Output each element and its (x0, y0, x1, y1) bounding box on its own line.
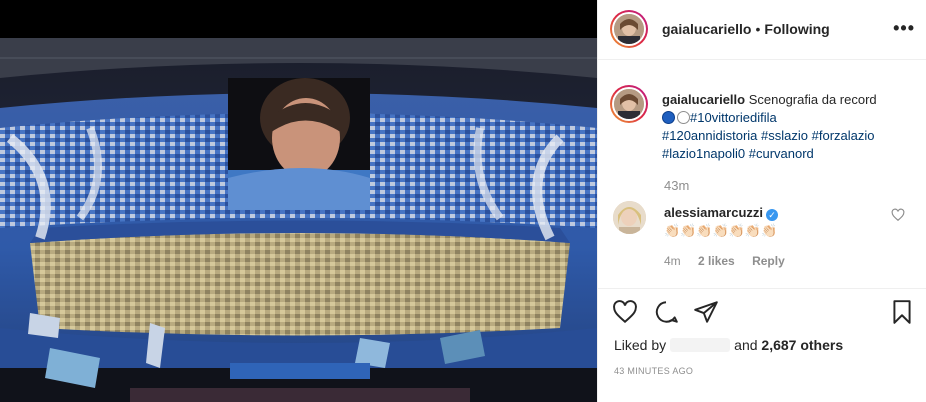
blue-circle-icon (662, 111, 675, 124)
heart-icon[interactable] (612, 299, 638, 325)
hashtag-link[interactable]: #sslazio (761, 128, 808, 143)
caption-username[interactable]: gaialucariello (662, 92, 745, 107)
hashtag-link[interactable]: #lazio1napoli0 (662, 146, 745, 161)
bookmark-icon[interactable] (889, 299, 915, 325)
caption-text: gaialucariello Scenografia da record #10… (662, 91, 912, 163)
share-icon[interactable] (693, 299, 719, 325)
likes-count[interactable]: 2,687 others (761, 337, 843, 353)
author-username[interactable]: gaialucariello (662, 21, 751, 37)
more-options-icon[interactable]: ••• (893, 18, 915, 39)
author-line: gaialucariello • Following (662, 21, 830, 37)
verified-badge-icon: ✓ (766, 209, 779, 221)
caption-avatar[interactable] (610, 85, 648, 123)
reply-button[interactable]: Reply (752, 254, 785, 268)
caption-body: Scenografia da record (748, 92, 877, 107)
post-photo[interactable] (0, 38, 597, 402)
comments-section: gaialucariello Scenografia da record #10… (598, 61, 926, 287)
comment-meta: 4m 2 likes Reply (664, 254, 799, 268)
clap-emoji: 👏🏻👏🏻👏🏻👏🏻👏🏻👏🏻👏🏻 (664, 223, 778, 238)
liked-by-label: Liked by (614, 337, 667, 353)
separator-dot: • (755, 21, 761, 37)
hashtag-link[interactable]: #forzalazio (812, 128, 875, 143)
author-avatar[interactable] (610, 10, 648, 48)
post-header: gaialucariello • Following ••• (598, 0, 926, 60)
likes-conjunction: and (734, 337, 758, 353)
comment-text: alessiamarcuzzi ✓ 👏🏻👏🏻👏🏻👏🏻👏🏻👏🏻👏🏻 (664, 204, 884, 240)
commenter-username[interactable]: alessiamarcuzzi (664, 205, 763, 220)
liked-by-user-hidden[interactable] (670, 338, 731, 352)
post-timestamp[interactable]: 43 MINUTES AGO (614, 366, 693, 376)
hashtag-link[interactable]: #120annidistoria (662, 128, 757, 143)
comment-timestamp[interactable]: 4m (664, 254, 681, 268)
hashtag-link[interactable]: #10vittoriedifila (690, 110, 777, 125)
action-bar (598, 288, 926, 334)
comment-likes[interactable]: 2 likes (698, 254, 735, 268)
following-button[interactable]: Following (764, 21, 829, 37)
post-panel: gaialucariello • Following ••• gaialucarie… (597, 0, 926, 402)
comment-icon[interactable] (653, 299, 679, 325)
white-circle-icon (677, 111, 690, 124)
hashtag-link[interactable]: #curvanord (749, 146, 814, 161)
caption-timestamp[interactable]: 43m (664, 178, 689, 193)
likes-summary[interactable]: Liked by and 2,687 others (614, 337, 843, 353)
comment-like-heart-icon[interactable] (891, 208, 905, 222)
commenter-avatar[interactable] (613, 201, 646, 234)
post-media[interactable] (0, 0, 597, 402)
